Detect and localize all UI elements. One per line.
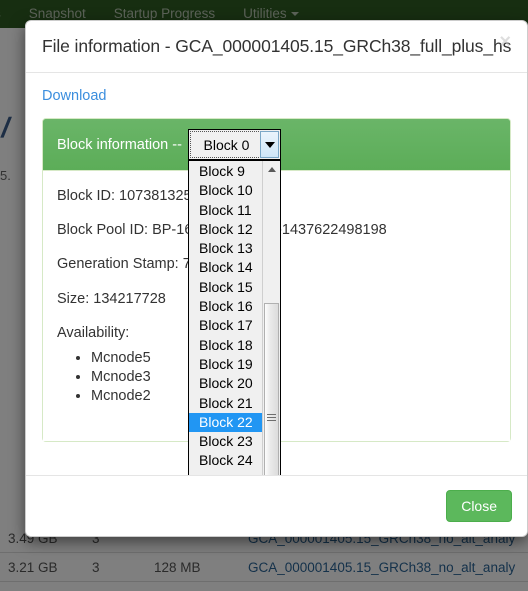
chevron-down-icon[interactable] [260,131,279,158]
scroll-up-icon[interactable] [263,161,280,178]
modal-title: File information - GCA_000001405.15_GRCh… [42,36,512,56]
dropdown-option[interactable]: Block 10 [189,181,262,200]
block-select-wrapper: Block 0 Block 9 Block 10 Block 11 Block 12 B… [188,129,281,532]
dropdown-option[interactable]: Block 15 [189,278,262,297]
modal-footer: Close [26,475,527,536]
panel-heading-label: Block information -- [57,136,182,153]
modal-header: × File information - GCA_000001405.15_GR… [26,21,527,73]
close-icon[interactable]: × [495,30,515,54]
dropdown-option[interactable]: Block 14 [189,258,262,277]
availability-item: Mcnode5 [91,349,496,368]
dropdown-option[interactable]: Block 13 [189,239,262,258]
dropdown-option[interactable]: Block 22 [189,412,262,433]
block-select[interactable]: Block 0 [188,129,281,160]
dropdown-option[interactable]: Block 17 [189,316,262,335]
dropdown-option[interactable]: Block 19 [189,355,262,374]
block-select-value: Block 0 [203,136,250,153]
dropdown-option[interactable]: Block 18 [189,336,262,355]
dropdown-option[interactable]: Block 9 [189,162,262,181]
modal-body: Download Block information -- Block 0 Bl… [26,73,527,532]
close-button[interactable]: Close [446,490,512,522]
dropdown-option[interactable]: Block 16 [189,297,262,316]
block-information-panel: Block information -- Block 0 Block 9 Bloc… [42,118,511,532]
grip-icon [267,413,276,421]
file-information-modal: × File information - GCA_000001405.15_GR… [25,20,528,537]
download-link[interactable]: Download [42,88,107,104]
dropdown-option[interactable]: Block 23 [189,432,262,451]
availability-item: Mcnode3 [91,368,496,387]
dropdown-option[interactable]: Block 21 [189,394,262,413]
dropdown-option[interactable]: Block 24 [189,451,262,470]
dropdown-option[interactable]: Block 12 [189,220,262,239]
dropdown-option[interactable]: Block 11 [189,201,262,220]
availability-item: Mcnode2 [91,387,496,406]
dropdown-option[interactable]: Block 20 [189,374,262,393]
panel-heading: Block information -- Block 0 Block 9 Bloc… [43,119,510,532]
